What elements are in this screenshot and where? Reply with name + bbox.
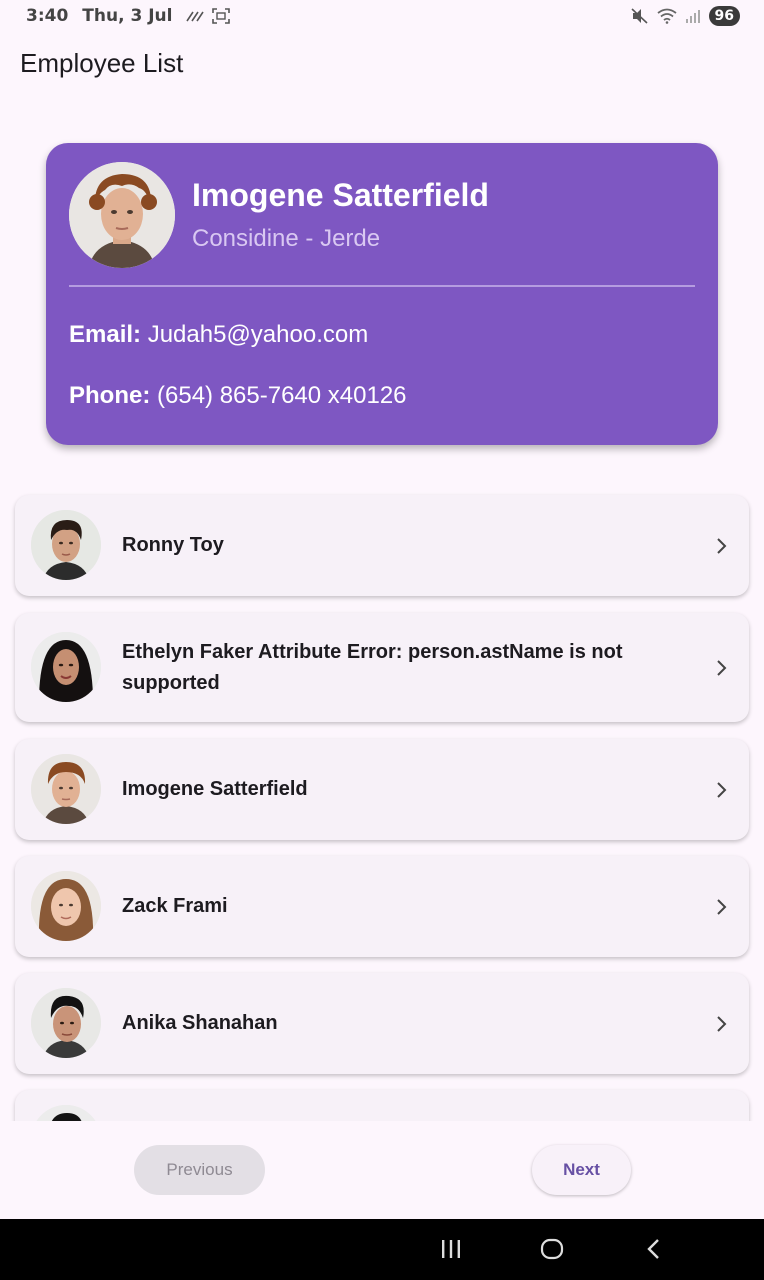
avatar [31, 871, 101, 941]
list-item[interactable]: Anika Shanahan [15, 973, 749, 1074]
wifi-icon [656, 8, 677, 24]
list-item[interactable]: Zack Frami [15, 856, 749, 957]
card-divider [69, 285, 695, 287]
employee-name: Imogene Satterfield [122, 778, 308, 800]
portrait-man-dark-hair-icon [31, 510, 101, 580]
employee-name: Zack Frami [122, 895, 228, 917]
portrait-man-curly-hair-icon [69, 162, 175, 268]
phone-label: Phone: [69, 382, 151, 409]
chevron-right-icon [717, 537, 727, 554]
status-left: 3:40 Thu, 3 Jul [26, 6, 231, 26]
selected-employee-avatar [69, 162, 175, 268]
list-item[interactable]: Imogene Satterfield [15, 739, 749, 840]
portrait-partial-icon [31, 1105, 101, 1121]
status-date: Thu, 3 Jul [82, 6, 173, 26]
data-saver-icon [186, 11, 205, 22]
list-item-partial[interactable] [15, 1090, 749, 1121]
selected-employee-card: Imogene Satterfield Considine - Jerde Em… [46, 143, 718, 445]
status-right: 96 [630, 6, 740, 26]
email-row: Email: Judah5@yahoo.com [69, 321, 368, 349]
status-notification-icons [186, 8, 231, 24]
page-title: Employee List [20, 48, 184, 78]
signal-icon [685, 10, 700, 23]
status-time: 3:40 [26, 6, 69, 26]
email-label: Email: [69, 321, 142, 348]
home-icon[interactable] [540, 1237, 564, 1261]
avatar [31, 754, 101, 824]
avatar [31, 1105, 101, 1121]
avatar [31, 988, 101, 1058]
employee-name: Ronny Toy [122, 534, 224, 556]
employee-list[interactable]: Ronny Toy Ethelyn Faker Attribute Error:… [0, 480, 764, 1121]
chevron-right-icon [717, 898, 727, 915]
portrait-man-black-hair-icon [31, 988, 101, 1058]
portrait-man-curly-hair-icon [31, 754, 101, 824]
back-icon[interactable] [644, 1237, 664, 1261]
portrait-woman-dark-hair-icon [31, 632, 101, 702]
chevron-right-icon [717, 781, 727, 798]
screenshot-icon [212, 8, 231, 24]
employee-name: Anika Shanahan [122, 1012, 278, 1034]
battery-indicator: 96 [708, 6, 740, 26]
portrait-woman-brown-hair-icon [31, 871, 101, 941]
list-item[interactable]: Ethelyn Faker Attribute Error: person.as… [15, 613, 749, 722]
chevron-right-icon [717, 659, 727, 676]
phone-value: (654) 865-7640 x40126 [157, 382, 407, 409]
selected-employee-name: Imogene Satterfield [192, 177, 489, 213]
email-value: Judah5@yahoo.com [147, 321, 369, 348]
selected-employee-company: Considine - Jerde [192, 225, 381, 252]
chevron-right-icon [717, 1015, 727, 1032]
status-bar: 3:40 Thu, 3 Jul 96 [0, 0, 764, 32]
recent-apps-icon[interactable] [440, 1237, 462, 1261]
next-button[interactable]: Next [532, 1145, 631, 1195]
avatar [31, 510, 101, 580]
mute-icon [630, 8, 648, 24]
list-item[interactable]: Ronny Toy [15, 495, 749, 596]
phone-row: Phone: (654) 865-7640 x40126 [69, 382, 407, 410]
system-navigation-bar [0, 1219, 764, 1280]
avatar [31, 632, 101, 702]
employee-name: Ethelyn Faker Attribute Error: person.as… [122, 640, 623, 694]
previous-button[interactable]: Previous [134, 1145, 265, 1195]
